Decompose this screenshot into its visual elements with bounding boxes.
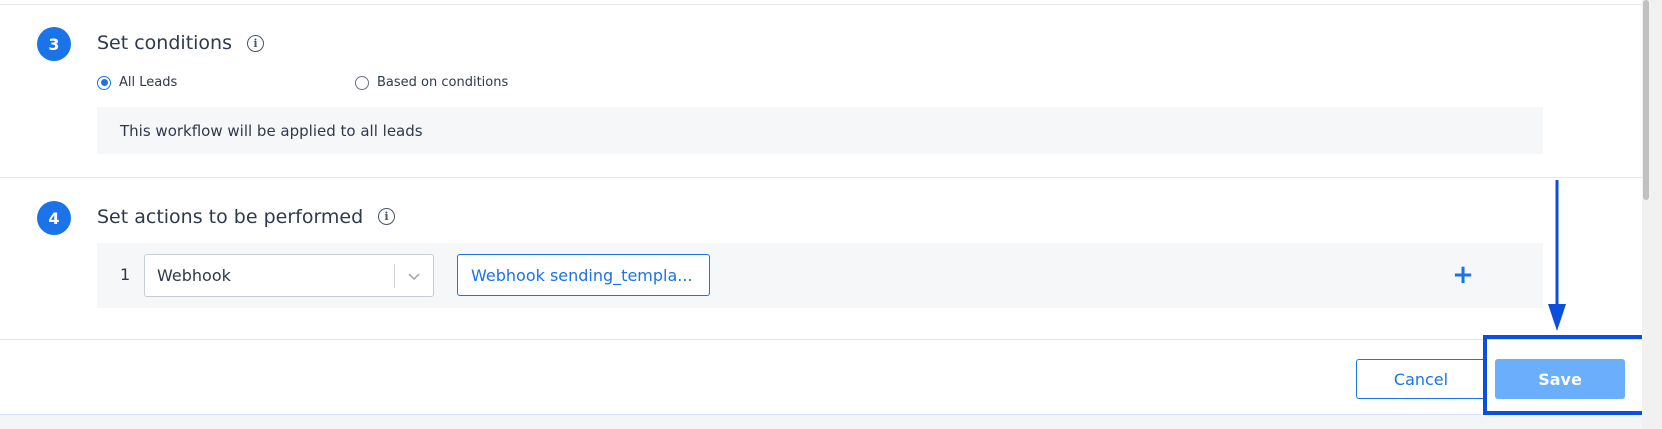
workflow-panel: 3 Set conditions i All Leads Based on co… [0,0,1642,415]
radio-based-on-conditions-label: Based on conditions [377,75,509,90]
radio-based-on-conditions[interactable]: Based on conditions [355,75,508,90]
save-highlight-box [1483,335,1646,415]
arrow-down-icon [1548,180,1566,331]
bottom-divider [0,414,1642,415]
footer-divider [0,339,1642,340]
step-badge-3: 3 [37,27,71,61]
action-row-number: 1 [120,265,131,284]
section-divider [0,177,1642,178]
radio-all-leads-label: All Leads [119,75,178,90]
section-title-actions: Set actions to be performed [97,206,364,228]
plus-icon[interactable]: + [1448,260,1478,290]
action-type-select[interactable]: Webhook [144,254,434,297]
action-row: 1 Webhook Webhook sending_templa... + [97,243,1543,308]
chevron-down-icon[interactable] [395,255,433,296]
webhook-template-button[interactable]: Webhook sending_templa... [457,254,710,296]
section-title-conditions: Set conditions [97,32,232,54]
cancel-button[interactable]: Cancel [1356,359,1486,399]
info-circle-icon[interactable]: i [247,35,264,52]
info-circle-icon[interactable]: i [378,208,395,225]
step-badge-4: 4 [37,201,71,235]
radio-unchecked-icon[interactable] [355,75,369,90]
workflow-editor: 3 Set conditions i All Leads Based on co… [0,0,1662,429]
radio-checked-icon[interactable] [97,75,111,90]
radio-all-leads[interactable]: All Leads [97,75,177,90]
conditions-message: This workflow will be applied to all lea… [97,107,1543,154]
top-divider [0,4,1642,5]
action-type-value: Webhook [157,266,231,285]
scrollbar-thumb[interactable] [1643,0,1649,200]
